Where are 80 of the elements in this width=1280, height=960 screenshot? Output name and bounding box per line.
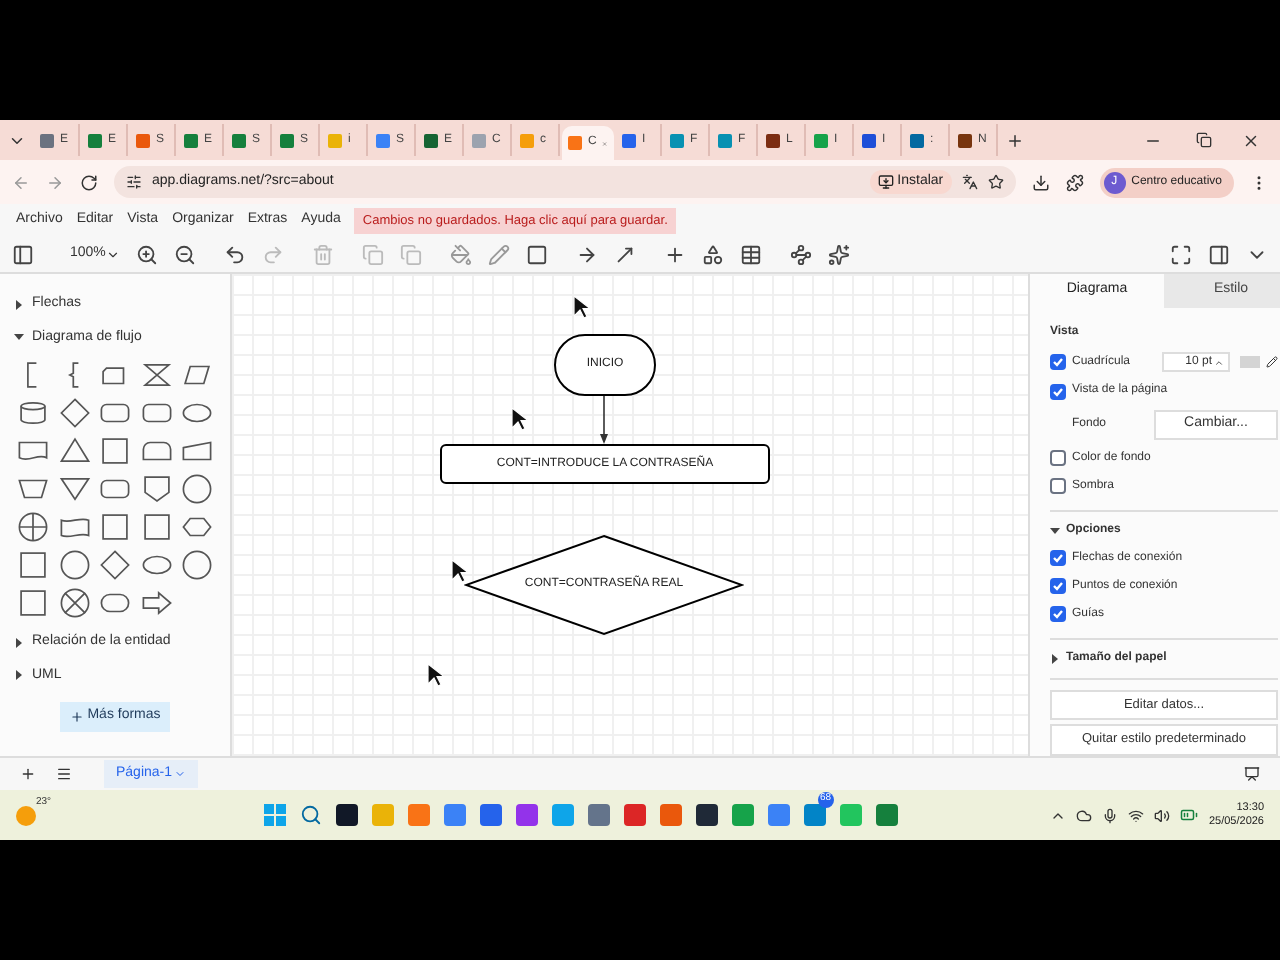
extensions-icon[interactable]	[1065, 173, 1084, 191]
circle-shape-icon[interactable]	[57, 548, 92, 582]
shield-shape-icon[interactable]	[139, 472, 174, 506]
back-icon[interactable]	[12, 173, 30, 191]
collapsed-caret-icon	[14, 670, 24, 681]
triangledown-shape-icon[interactable]	[57, 472, 92, 506]
rect-shape-icon[interactable]	[139, 510, 174, 544]
presentation-icon[interactable]	[1244, 766, 1260, 782]
grid-color-swatch[interactable]	[1240, 356, 1260, 368]
chevron-icon	[105, 248, 120, 262]
search-icon[interactable]	[300, 804, 323, 826]
circle-shape-icon[interactable]	[180, 472, 215, 506]
mouse-cursor-icon	[512, 408, 530, 432]
connector-arrow[interactable]	[598, 396, 610, 444]
cylinder-shape-icon[interactable]	[16, 396, 50, 430]
triangle-shape-icon[interactable]	[57, 434, 92, 468]
crosscircle-shape-icon[interactable]	[16, 510, 50, 544]
insert-icon[interactable]	[663, 244, 686, 266]
mouse-cursor-icon	[428, 664, 446, 688]
mouse-cursor-icon	[452, 560, 470, 584]
app-icon[interactable]	[336, 804, 359, 826]
rect-shape-icon[interactable]	[16, 586, 50, 620]
checkbox[interactable]	[1050, 383, 1066, 399]
forward-icon[interactable]	[46, 173, 64, 191]
plus-icon	[69, 709, 84, 724]
xcircle-shape-icon[interactable]	[57, 586, 92, 620]
mouse-cursor-icon	[574, 296, 592, 320]
checkbox[interactable]	[1050, 478, 1066, 494]
sparkles-icon[interactable]	[827, 244, 850, 266]
shadow-icon[interactable]	[525, 244, 548, 266]
checkbox[interactable]	[1050, 606, 1066, 622]
fill-color-icon[interactable]	[449, 244, 472, 266]
undo-icon[interactable]	[223, 244, 246, 266]
diamond-shape-icon[interactable]	[98, 548, 133, 582]
translate-icon[interactable]	[961, 174, 978, 190]
rect-shape-icon[interactable]	[98, 510, 133, 544]
battery-icon[interactable]	[1180, 806, 1199, 824]
diamond-shape-icon[interactable]	[57, 396, 92, 430]
chevron-icon	[174, 768, 187, 780]
expanded-caret-icon	[1050, 525, 1060, 535]
collapsed-caret-icon	[1050, 653, 1060, 663]
checkbox[interactable]	[1050, 450, 1066, 466]
install-icon	[877, 174, 894, 190]
wifi-icon[interactable]	[1128, 807, 1145, 823]
format-panel-icon[interactable]	[1208, 244, 1230, 266]
close-icon[interactable]	[1242, 131, 1260, 149]
microphone-icon[interactable]	[1102, 807, 1119, 823]
collapsed-caret-icon	[14, 637, 24, 648]
bookmark-star-icon[interactable]	[987, 174, 1004, 190]
sidebar-toggle-icon[interactable]	[12, 244, 34, 266]
volume-icon[interactable]	[1154, 807, 1171, 823]
pages-menu-icon[interactable]	[56, 766, 72, 782]
checkbox[interactable]	[1050, 578, 1066, 594]
reload-icon[interactable]	[80, 173, 98, 191]
site-info-icon[interactable]	[126, 174, 142, 190]
new-tab-icon[interactable]	[1006, 131, 1024, 149]
app-icon[interactable]	[696, 804, 719, 826]
rect-shape-icon[interactable]	[98, 434, 133, 468]
spinner-icon[interactable]	[1214, 357, 1224, 367]
arrow-shape-icon[interactable]	[139, 586, 174, 620]
cloud-icon[interactable]	[1076, 807, 1093, 823]
start-icon[interactable]	[264, 804, 287, 826]
expanded-caret-icon	[14, 332, 24, 343]
hourglass-shape-icon[interactable]	[139, 358, 174, 392]
line-color-icon[interactable]	[487, 244, 510, 266]
download-icon[interactable]	[1031, 173, 1050, 191]
checkbox[interactable]	[1050, 550, 1066, 566]
circle-shape-icon[interactable]	[180, 548, 215, 582]
shapes-icon[interactable]	[701, 244, 724, 266]
zoom-in-icon[interactable]	[135, 244, 158, 266]
checkbox[interactable]	[1050, 354, 1066, 370]
add-page-icon[interactable]	[20, 766, 36, 782]
table-icon[interactable]	[739, 244, 762, 266]
restore-icon[interactable]	[1196, 132, 1212, 148]
waypoints-icon[interactable]	[789, 244, 812, 266]
zoom-out-icon[interactable]	[173, 244, 196, 266]
rect-shape-icon[interactable]	[16, 548, 50, 582]
fullscreen-icon[interactable]	[1170, 244, 1192, 266]
connection-arrow-icon[interactable]	[575, 244, 598, 266]
collapsed-caret-icon	[14, 299, 24, 310]
